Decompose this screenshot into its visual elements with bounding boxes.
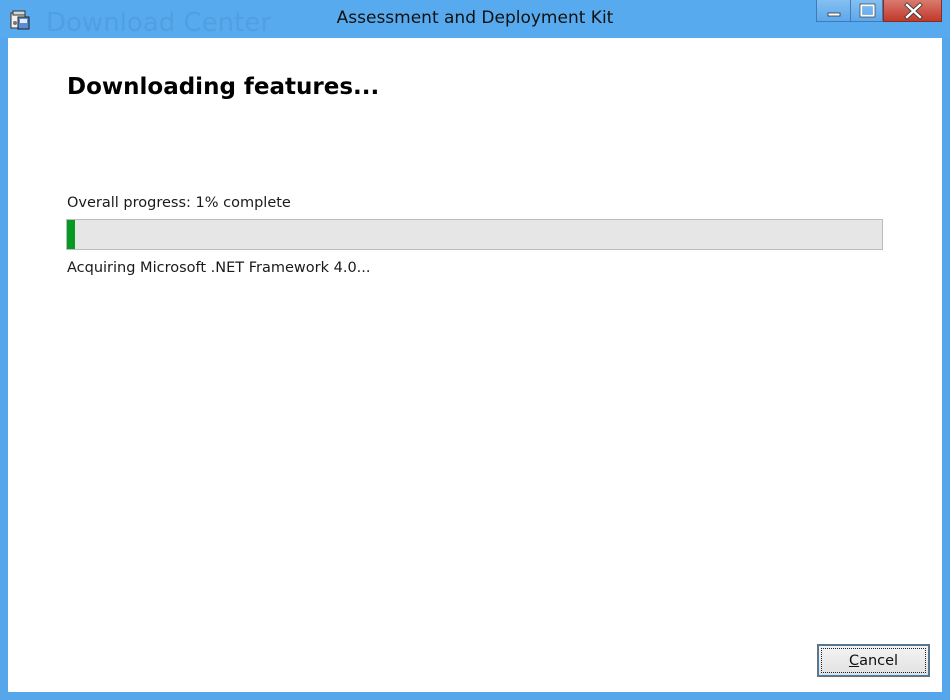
close-icon — [904, 2, 923, 20]
window-content: Downloading features... Overall progress… — [8, 38, 942, 692]
progress-bar-fill — [67, 220, 75, 249]
title-bar[interactable]: Download Center Assessment and Deploymen… — [0, 0, 950, 38]
minimize-button[interactable] — [816, 0, 851, 22]
window-title: Assessment and Deployment Kit — [336, 8, 614, 28]
page-title: Downloading features... — [67, 74, 380, 100]
cancel-button-label: Cancel — [848, 652, 899, 669]
maximize-button[interactable] — [850, 0, 883, 22]
installer-window: Download Center Assessment and Deploymen… — [0, 0, 950, 700]
cancel-button[interactable]: Cancel — [817, 644, 930, 677]
cancel-focus-rect: Cancel — [821, 648, 926, 673]
close-button[interactable] — [883, 0, 942, 22]
maximize-icon — [859, 3, 876, 18]
download-status-text: Acquiring Microsoft .NET Framework 4.0..… — [67, 260, 371, 276]
minimize-icon — [827, 12, 841, 17]
overall-progress-bar — [66, 219, 883, 250]
overall-progress-label: Overall progress: 1% complete — [67, 195, 291, 211]
